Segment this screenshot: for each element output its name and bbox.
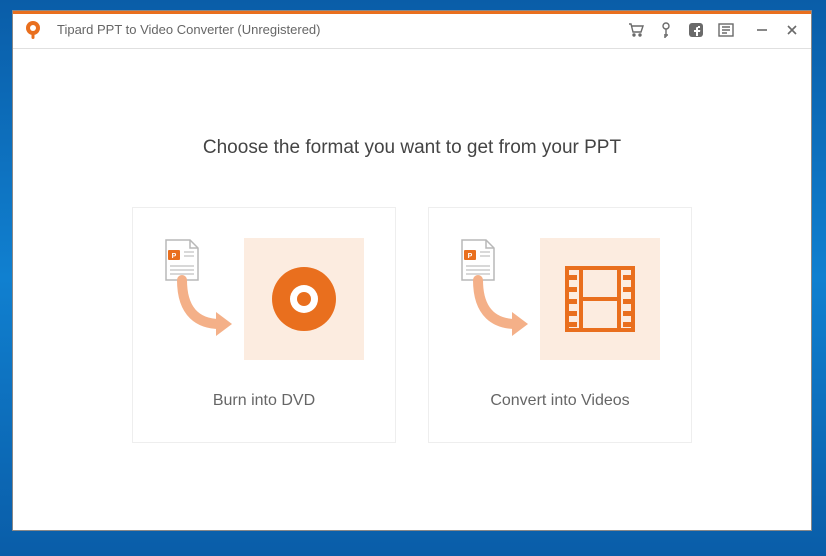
option-burn-dvd[interactable]: P	[132, 207, 396, 443]
close-button[interactable]	[783, 21, 801, 39]
option-video-label: Convert into Videos	[490, 392, 629, 410]
top-accent-bar	[13, 11, 811, 14]
titlebar-controls	[627, 21, 801, 39]
app-window: Tipard PPT to Video Converter (Unregiste…	[12, 10, 812, 531]
film-icon	[565, 266, 635, 332]
main-content: Choose the format you want to get from y…	[13, 49, 811, 530]
minimize-button[interactable]	[753, 21, 771, 39]
disc-icon	[269, 264, 339, 334]
facebook-icon[interactable]	[687, 21, 705, 39]
arrow-icon	[466, 274, 534, 343]
svg-text:P: P	[468, 253, 473, 260]
arrow-icon	[170, 274, 238, 343]
option-video-graphic: P	[460, 238, 660, 360]
svg-text:P: P	[172, 253, 177, 260]
option-dvd-graphic: P	[164, 238, 364, 360]
page-heading: Choose the format you want to get from y…	[203, 137, 621, 159]
dvd-target	[244, 238, 364, 360]
video-target	[540, 238, 660, 360]
option-dvd-label: Burn into DVD	[213, 392, 315, 410]
titlebar: Tipard PPT to Video Converter (Unregiste…	[13, 11, 811, 49]
app-logo-icon	[21, 18, 45, 42]
menu-icon[interactable]	[717, 21, 735, 39]
option-convert-video[interactable]: P	[428, 207, 692, 443]
app-title: Tipard PPT to Video Converter (Unregiste…	[57, 22, 627, 37]
key-icon[interactable]	[657, 21, 675, 39]
options-row: P	[132, 207, 692, 443]
cart-icon[interactable]	[627, 21, 645, 39]
